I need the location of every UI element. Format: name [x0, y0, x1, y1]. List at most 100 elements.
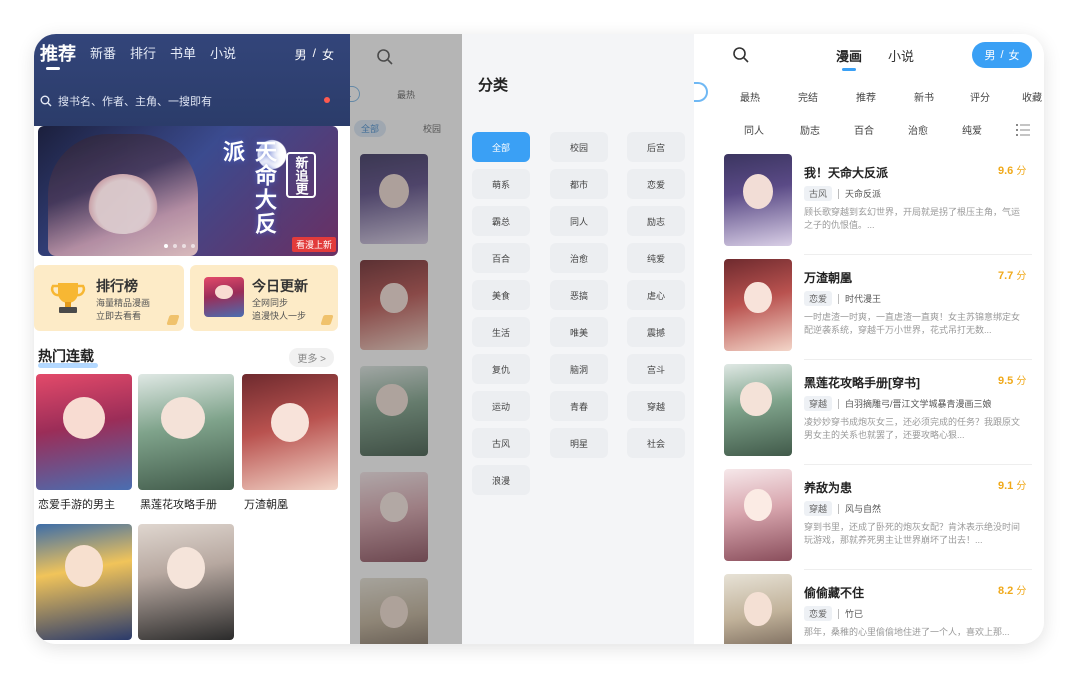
cover-image[interactable]: [724, 259, 792, 351]
filter-option[interactable]: 治愈: [908, 122, 928, 137]
filter-option[interactable]: 励志: [800, 122, 820, 137]
category-chip[interactable]: 霸总: [472, 206, 530, 236]
category-chip[interactable]: 纯爱: [627, 243, 685, 273]
gender-slash: /: [1000, 49, 1004, 61]
manga-title[interactable]: 我！天命大反派: [804, 164, 888, 181]
manga-list-item[interactable]: 黑莲花攻略手册[穿书] 9.5 分穿越 白羽摘雕弓/晋江文学城暴青漫画三娘 凌妙妙穿书…: [694, 364, 1044, 470]
cover-title[interactable]: 黑莲花攻略手册: [140, 496, 217, 512]
divider: [838, 608, 840, 619]
tab-rank[interactable]: 排行: [130, 44, 156, 64]
search-icon[interactable]: [732, 46, 750, 64]
category-chip[interactable]: 明星: [550, 428, 608, 458]
manga-list-item[interactable]: 万渣朝凰 7.7 分恋爱 时代漫王 一时虐渣一时爽，一直虐渣一直爽！女主苏锦意绑定女配…: [694, 259, 1044, 365]
category-chip[interactable]: 同人: [550, 206, 608, 236]
category-chip[interactable]: 萌系: [472, 169, 530, 199]
pager-dot: [191, 244, 195, 248]
today-update-sub1: 全网同步: [252, 298, 289, 308]
filter-option[interactable]: 新书: [914, 89, 934, 104]
category-chip[interactable]: 震撼: [627, 317, 685, 347]
cover-image[interactable]: [360, 366, 428, 456]
cover-image[interactable]: [36, 374, 132, 490]
category-chip[interactable]: 运动: [472, 391, 530, 421]
today-update-card[interactable]: 今日更新 全网同步 追漫快人一步: [190, 265, 338, 331]
cover-image[interactable]: [138, 524, 234, 640]
category-chip[interactable]: 社会: [627, 428, 685, 458]
gender-female[interactable]: 女: [322, 46, 334, 63]
gender-male[interactable]: 男: [984, 47, 995, 63]
cover-image[interactable]: [724, 154, 792, 246]
category-chip[interactable]: 都市: [550, 169, 608, 199]
category-chip[interactable]: 校园: [550, 132, 608, 162]
category-chip[interactable]: 恶搞: [550, 280, 608, 310]
category-chip[interactable]: 百合: [472, 243, 530, 273]
gender-female[interactable]: 女: [1009, 47, 1020, 63]
featured-banner[interactable]: 天命大反派 新追更 看漫上新: [38, 126, 338, 256]
category-chip[interactable]: 治愈: [550, 243, 608, 273]
chevron-icon: [320, 315, 334, 325]
filter-option[interactable]: 收藏: [1022, 89, 1042, 104]
manga-title[interactable]: 黑莲花攻略手册[穿书]: [804, 374, 920, 391]
category-chip[interactable]: 唯美: [550, 317, 608, 347]
more-button[interactable]: 更多 >: [289, 348, 334, 367]
filter-chip[interactable]: ...: [350, 86, 360, 102]
tab-booklist[interactable]: 书单: [170, 44, 196, 64]
filter-chip[interactable]: 校园: [416, 120, 448, 137]
manga-title[interactable]: 万渣朝凰: [804, 269, 852, 286]
filter-chip[interactable]: 最热: [390, 86, 422, 103]
manga-title[interactable]: 偷偷藏不住: [804, 584, 864, 601]
category-chip[interactable]: 古风: [472, 428, 530, 458]
tab-novel[interactable]: 小说: [888, 46, 914, 65]
cover-image[interactable]: [36, 524, 132, 640]
tab-novel[interactable]: 小说: [210, 44, 236, 64]
category-chip[interactable]: 美食: [472, 280, 530, 310]
category-chip[interactable]: 青春: [550, 391, 608, 421]
rating-score: 7.7 分: [998, 267, 1026, 282]
list-view-icon[interactable]: [1016, 124, 1030, 136]
filter-option[interactable]: 纯爱: [962, 122, 982, 137]
category-chip[interactable]: 浪漫: [472, 465, 530, 495]
cover-image[interactable]: [724, 574, 792, 644]
cover-image[interactable]: [360, 260, 428, 350]
filter-option[interactable]: 最热: [740, 89, 760, 104]
manga-list-item[interactable]: 我！天命大反派 9.6 分古风 天命反派 顾长歌穿越到玄幻世界，开局就是拐了根压主角，…: [694, 154, 1044, 260]
category-chip[interactable]: 穿越: [627, 391, 685, 421]
filter-option[interactable]: 评分: [970, 89, 990, 104]
tab-manga[interactable]: 漫画: [836, 46, 862, 71]
hot-serial-header: 热门连载 更多 >: [34, 346, 338, 368]
cover-image[interactable]: [360, 472, 428, 562]
category-chip[interactable]: 宫斗: [627, 354, 685, 384]
cover-image[interactable]: [724, 469, 792, 561]
filter-option[interactable]: 百合: [854, 122, 874, 137]
manga-list-item[interactable]: 养敌为患 9.1 分穿越 风与自然 穿到书里，还成了卧死的炮灰女配？肯沐表示绝没时间玩…: [694, 469, 1044, 575]
category-chip[interactable]: 励志: [627, 206, 685, 236]
ranking-card[interactable]: 排行榜 海量精品漫画 立即去看看: [34, 265, 184, 331]
category-chip[interactable]: 脑洞: [550, 354, 608, 384]
gender-switch[interactable]: 男 / 女: [295, 46, 334, 63]
search-bar[interactable]: 搜书名、作者、主角、一搜即有: [40, 89, 340, 113]
filter-option[interactable]: 推荐: [856, 89, 876, 104]
tab-recommend[interactable]: 推荐: [40, 44, 76, 70]
category-chip[interactable]: 复仇: [472, 354, 530, 384]
filter-chip[interactable]: 全部: [354, 120, 387, 137]
cover-image[interactable]: [360, 154, 428, 244]
cover-title[interactable]: 恋爱手游的男主: [38, 496, 115, 512]
cover-image[interactable]: [242, 374, 338, 490]
ranking-subtitle: 海量精品漫画 立即去看看: [96, 297, 150, 323]
category-chip[interactable]: 虐心: [627, 280, 685, 310]
manga-list-item[interactable]: 偷偷藏不住 8.2 分恋爱 竹已 那年，桑稚的心里偷偷地住进了一个人，喜欢上那...: [694, 574, 1044, 644]
cover-image[interactable]: [138, 374, 234, 490]
gender-male[interactable]: 男: [295, 46, 307, 63]
cover-title[interactable]: 万渣朝凰: [244, 496, 288, 512]
category-chip[interactable]: 生活: [472, 317, 530, 347]
filter-option[interactable]: 同人: [744, 122, 764, 137]
notification-dot: [324, 97, 330, 103]
tab-new[interactable]: 新番: [90, 44, 116, 64]
category-chip[interactable]: 恋爱: [627, 169, 685, 199]
manga-title[interactable]: 养敌为患: [804, 479, 852, 496]
filter-option[interactable]: 完结: [798, 89, 818, 104]
gender-switch[interactable]: 男 / 女: [972, 42, 1032, 68]
cover-image[interactable]: [724, 364, 792, 456]
category-chip[interactable]: 全部: [472, 132, 530, 162]
cover-image[interactable]: [360, 578, 428, 644]
category-chip[interactable]: 后宫: [627, 132, 685, 162]
